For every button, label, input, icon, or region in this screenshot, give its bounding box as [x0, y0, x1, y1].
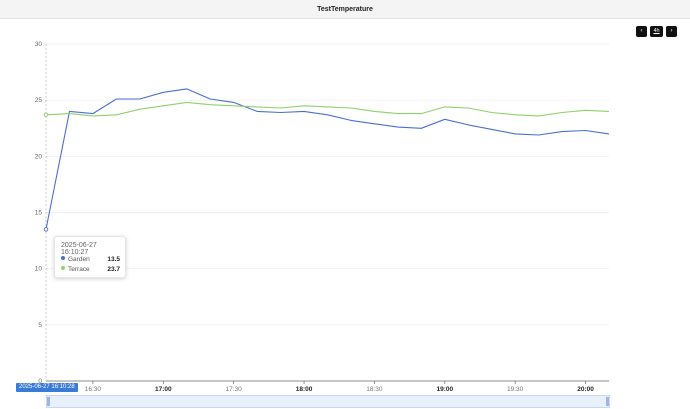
series-line-terrace — [45, 101, 610, 117]
x-axis-ticks: 16:30 17:00 17:30 18:00 18:30 19:00 19:30 20:00 — [85, 381, 594, 393]
x-tick-label: 20:00 — [577, 386, 594, 393]
x-tick-label: 16:30 — [85, 386, 102, 393]
series-lines — [43, 88, 610, 232]
y-tick-label: 5 — [38, 322, 42, 329]
zoom-slider[interactable] — [46, 395, 610, 408]
tooltip: 2025-06-27 16:10:27 Garden 13.5 Terrace … — [54, 236, 126, 278]
x-tick-label: 19:30 — [507, 386, 524, 393]
y-tick-label: 15 — [35, 210, 43, 217]
x-tick-label: 19:00 — [436, 386, 453, 393]
tooltip-series-name: Terrace — [68, 266, 90, 273]
series-line-garden — [45, 88, 610, 230]
x-tick-label: 17:30 — [226, 386, 243, 393]
y-tick-label: 30 — [35, 41, 43, 48]
x-tick-label: 18:00 — [296, 386, 313, 393]
grid-lines — [46, 43, 609, 326]
tooltip-time: 2025-06-27 16:10:27 — [61, 242, 97, 256]
series-point-garden — [43, 227, 49, 232]
y-tick-label: 10 — [35, 266, 43, 273]
slider-left-handle[interactable] — [47, 397, 50, 406]
slider-right-handle[interactable] — [606, 397, 609, 406]
tooltip-row-terrace: Terrace 23.7 — [61, 265, 120, 274]
terrace-dot-icon — [61, 266, 65, 271]
tooltip-series-name: Garden — [68, 256, 90, 263]
x-tick-label: 17:00 — [155, 386, 172, 393]
cursor-time-label: 2025-06-27 16:10:28 — [16, 383, 78, 392]
y-axis-ticks: 051015202530 — [35, 41, 43, 385]
line-chart[interactable]: 051015202530 16:30 17:00 17:30 18:00 18:30 19… — [0, 0, 690, 409]
y-tick-label: 25 — [35, 97, 43, 104]
garden-dot-icon — [61, 256, 65, 261]
tooltip-series-value: 23.7 — [107, 266, 120, 273]
tooltip-series-value: 13.5 — [107, 256, 120, 263]
tooltip-row-garden: Garden 13.5 — [61, 255, 120, 264]
series-point-terrace — [43, 112, 49, 118]
x-tick-label: 18:30 — [366, 386, 383, 393]
y-tick-label: 20 — [35, 153, 43, 160]
